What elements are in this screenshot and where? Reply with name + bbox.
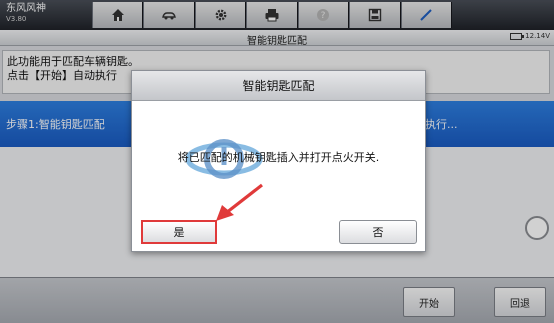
dialog-title: 智能钥匙匹配 <box>242 79 315 93</box>
dialog-message: 将已匹配的机械钥匙插入并打开点火开关. <box>177 151 380 164</box>
no-button[interactable]: 否 <box>339 220 417 244</box>
yes-button[interactable]: 是 <box>141 220 217 244</box>
pointer-arrow-icon <box>216 183 263 221</box>
confirm-dialog: 智能钥匙匹配 将已匹配的机械钥匙插入并打开点火开关. 是 否 <box>131 70 426 252</box>
dialog-header: 智能钥匙匹配 <box>132 71 425 101</box>
